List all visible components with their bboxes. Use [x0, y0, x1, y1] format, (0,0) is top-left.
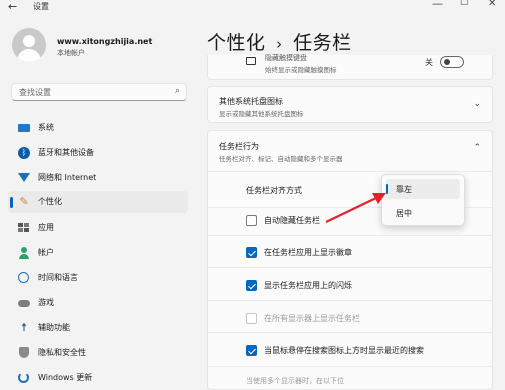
arrow-shaft: [325, 196, 379, 223]
annotation-arrow: [325, 193, 386, 223]
